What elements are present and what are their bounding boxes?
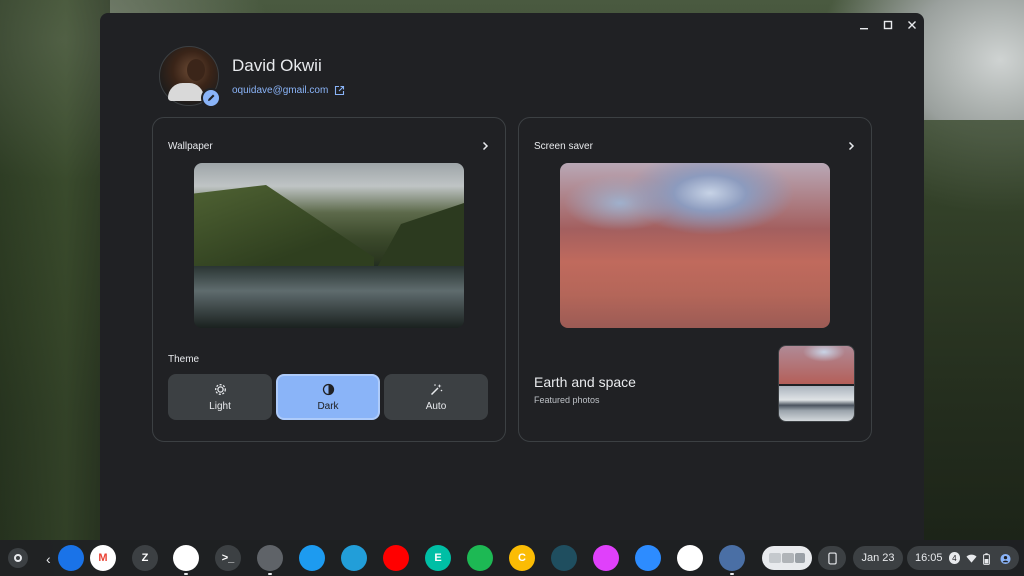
account-icon bbox=[1000, 553, 1011, 564]
twitter-app-icon[interactable] bbox=[299, 545, 325, 571]
theme-auto-label: Auto bbox=[425, 400, 447, 412]
screensaver-card: Screen saver Earth and space Featured ph… bbox=[518, 117, 872, 442]
profile-section: David Okwii oquidave@gmail.com bbox=[159, 46, 345, 108]
notification-badge: 4 bbox=[948, 552, 961, 564]
minimize-button[interactable] bbox=[852, 13, 876, 37]
wallpaper-card: Wallpaper Theme Light Dark Auto bbox=[152, 117, 506, 442]
app-partial-app-icon[interactable] bbox=[58, 545, 84, 571]
spotify-app-icon[interactable] bbox=[467, 545, 493, 571]
battery-icon bbox=[983, 552, 994, 565]
minimize-icon bbox=[860, 28, 868, 30]
avatar[interactable] bbox=[159, 46, 221, 108]
launcher-button[interactable] bbox=[8, 548, 28, 568]
shelf-back-icon[interactable]: ‹ bbox=[46, 551, 51, 567]
date-button[interactable]: Jan 23 bbox=[853, 546, 903, 570]
maximize-icon bbox=[883, 20, 893, 30]
holding-space-button[interactable] bbox=[762, 546, 812, 570]
screensaver-header[interactable]: Screen saver bbox=[534, 139, 856, 153]
phone-icon bbox=[827, 552, 837, 564]
window-controls bbox=[852, 13, 924, 37]
maximize-button[interactable] bbox=[876, 13, 900, 37]
half-circle-icon bbox=[322, 383, 335, 396]
settings-app-icon[interactable] bbox=[257, 545, 283, 575]
holding-space-icon bbox=[769, 553, 805, 563]
e-app-app-icon[interactable]: E bbox=[425, 545, 451, 571]
collection-title: Earth and space bbox=[534, 374, 636, 390]
pencil-icon bbox=[208, 94, 215, 101]
theme-light-label: Light bbox=[209, 400, 231, 412]
sun-gear-icon bbox=[214, 383, 227, 396]
telegram-app-icon[interactable] bbox=[341, 545, 367, 571]
running-indicator bbox=[184, 573, 188, 575]
wifi-icon bbox=[966, 553, 977, 564]
shelf: ‹ M Z >_ E C Jan 23 16:05 4 bbox=[0, 540, 1024, 576]
theme-auto-button[interactable]: Auto bbox=[384, 374, 488, 420]
e-app-app-letter: E bbox=[434, 552, 442, 564]
c-app-app-letter: C bbox=[518, 552, 526, 564]
terminal-app-icon[interactable]: >_ bbox=[215, 545, 241, 571]
collection-subtitle: Featured photos bbox=[534, 395, 600, 405]
youtube-app-icon[interactable] bbox=[383, 545, 409, 571]
launcher-icon bbox=[14, 554, 22, 562]
close-icon bbox=[908, 21, 916, 29]
shelf-date: Jan 23 bbox=[861, 552, 895, 564]
gmail-app-letter: M bbox=[98, 552, 108, 564]
phone-hub-button[interactable] bbox=[818, 546, 846, 570]
theme-options: Light Dark Auto bbox=[168, 374, 488, 420]
zoom-app-icon[interactable] bbox=[635, 545, 661, 571]
theme-label: Theme bbox=[168, 354, 200, 365]
screen-app-app-icon[interactable] bbox=[551, 545, 577, 571]
chevron-right-icon[interactable] bbox=[480, 141, 490, 151]
close-button[interactable] bbox=[900, 13, 924, 37]
c-app-app-icon[interactable]: C bbox=[509, 545, 535, 571]
play-store-app-icon[interactable] bbox=[677, 545, 703, 571]
running-indicator bbox=[730, 573, 734, 575]
avatar-edit-button[interactable] bbox=[201, 88, 221, 108]
magic-wand-icon bbox=[430, 383, 443, 396]
theme-dark-label: Dark bbox=[317, 400, 339, 412]
collection-thumbnail[interactable] bbox=[778, 345, 855, 422]
wallpaper-title: Wallpaper bbox=[168, 140, 213, 152]
chevron-right-icon[interactable] bbox=[846, 141, 856, 151]
z-app-app-letter: Z bbox=[141, 552, 149, 564]
wallpaper-preview-image[interactable] bbox=[194, 163, 464, 328]
shelf-time: 16:05 bbox=[915, 552, 943, 564]
z-app-app-icon[interactable]: Z bbox=[132, 545, 158, 571]
external-link-icon[interactable] bbox=[334, 85, 345, 96]
running-indicator bbox=[268, 573, 272, 575]
terminal-app-letter: >_ bbox=[221, 552, 235, 564]
personalization-window: David Okwii oquidave@gmail.com Wallpaper… bbox=[100, 13, 924, 540]
theme-light-button[interactable]: Light bbox=[168, 374, 272, 420]
theme-dark-button[interactable]: Dark bbox=[276, 374, 380, 420]
screensaver-preview-image[interactable] bbox=[560, 163, 830, 328]
status-tray[interactable]: 16:05 4 bbox=[907, 546, 1019, 570]
wallpaper-app-app-icon[interactable] bbox=[719, 545, 745, 575]
google-drive-app-icon[interactable] bbox=[173, 545, 199, 575]
wallpaper-header[interactable]: Wallpaper bbox=[168, 139, 490, 153]
gallery-app-icon[interactable] bbox=[593, 545, 619, 571]
profile-email-link[interactable]: oquidave@gmail.com bbox=[232, 85, 328, 96]
profile-name: David Okwii bbox=[232, 56, 322, 75]
screensaver-title: Screen saver bbox=[534, 140, 593, 152]
gmail-app-icon[interactable]: M bbox=[90, 545, 116, 571]
